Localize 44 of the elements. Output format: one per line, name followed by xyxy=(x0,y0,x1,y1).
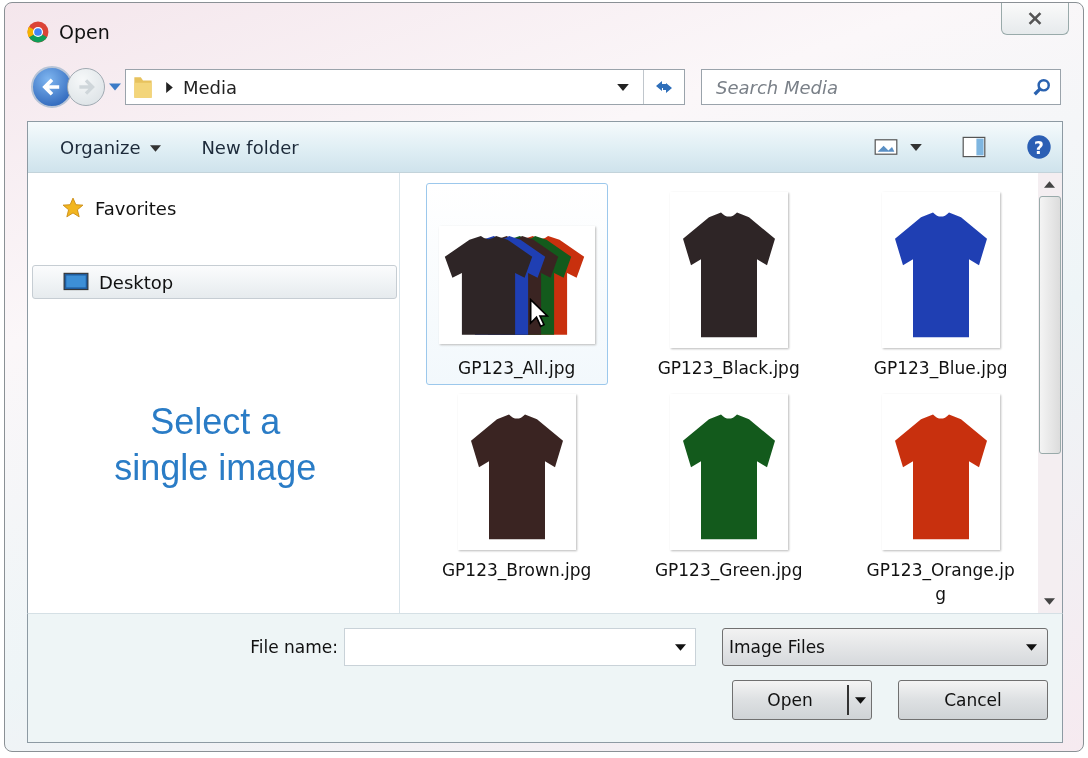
app-logo-icon xyxy=(27,21,49,43)
dropdown-caret-icon[interactable] xyxy=(675,644,686,651)
breadcrumb-arrow-icon xyxy=(166,81,173,93)
close-button[interactable] xyxy=(1001,3,1069,35)
organize-menu[interactable]: Organize xyxy=(60,132,162,162)
preview-pane-icon[interactable] xyxy=(962,136,986,158)
file-item[interactable]: GP123_Blue.jpg xyxy=(849,183,1032,385)
search-field[interactable]: Search Media xyxy=(701,69,1061,105)
file-item[interactable]: GP123_All.jpg xyxy=(425,183,608,385)
file-item[interactable]: GP123_Black.jpg xyxy=(637,183,820,385)
file-name-field[interactable] xyxy=(344,628,696,666)
window-title: Open xyxy=(59,21,110,43)
monitor-icon xyxy=(63,272,89,292)
cancel-button[interactable]: Cancel xyxy=(898,680,1048,720)
file-name-label: File name: xyxy=(250,637,338,657)
file-item[interactable]: GP123_Brown.jpg xyxy=(425,385,608,607)
file-type-dropdown[interactable]: Image Files xyxy=(722,628,1048,666)
caret-icon xyxy=(150,145,162,152)
view-icon[interactable] xyxy=(874,136,898,158)
scroll-down-icon[interactable] xyxy=(1044,598,1056,605)
search-icon xyxy=(1033,78,1051,96)
mouse-cursor-icon xyxy=(528,298,549,328)
open-button[interactable]: Open xyxy=(732,680,872,720)
view-caret-icon[interactable] xyxy=(910,143,922,151)
star-icon xyxy=(61,197,85,219)
file-item[interactable]: GP123_Green.jpg xyxy=(637,385,820,607)
sidebar-item[interactable]: Desktop xyxy=(32,265,397,299)
scrollbar[interactable] xyxy=(1037,173,1062,613)
file-item[interactable]: GP123_Orange.jpg xyxy=(849,385,1032,607)
folder-icon xyxy=(132,74,154,100)
close-icon xyxy=(1027,12,1043,25)
caret-icon xyxy=(854,696,866,704)
history-caret-icon[interactable] xyxy=(109,83,121,91)
scroll-up-icon[interactable] xyxy=(1044,181,1056,188)
back-button[interactable] xyxy=(31,66,73,108)
address-bar[interactable]: Media xyxy=(125,69,685,105)
instruction-text: Select a single image xyxy=(113,400,318,490)
sidebar-item[interactable]: Favorites xyxy=(32,191,399,225)
caret-icon xyxy=(1026,643,1037,651)
path-segment[interactable]: Media xyxy=(183,76,238,98)
refresh-icon xyxy=(654,79,674,95)
help-icon[interactable]: ? xyxy=(1026,134,1052,160)
new-folder-button[interactable]: New folder xyxy=(201,132,299,162)
dropdown-caret-icon[interactable] xyxy=(617,83,629,91)
